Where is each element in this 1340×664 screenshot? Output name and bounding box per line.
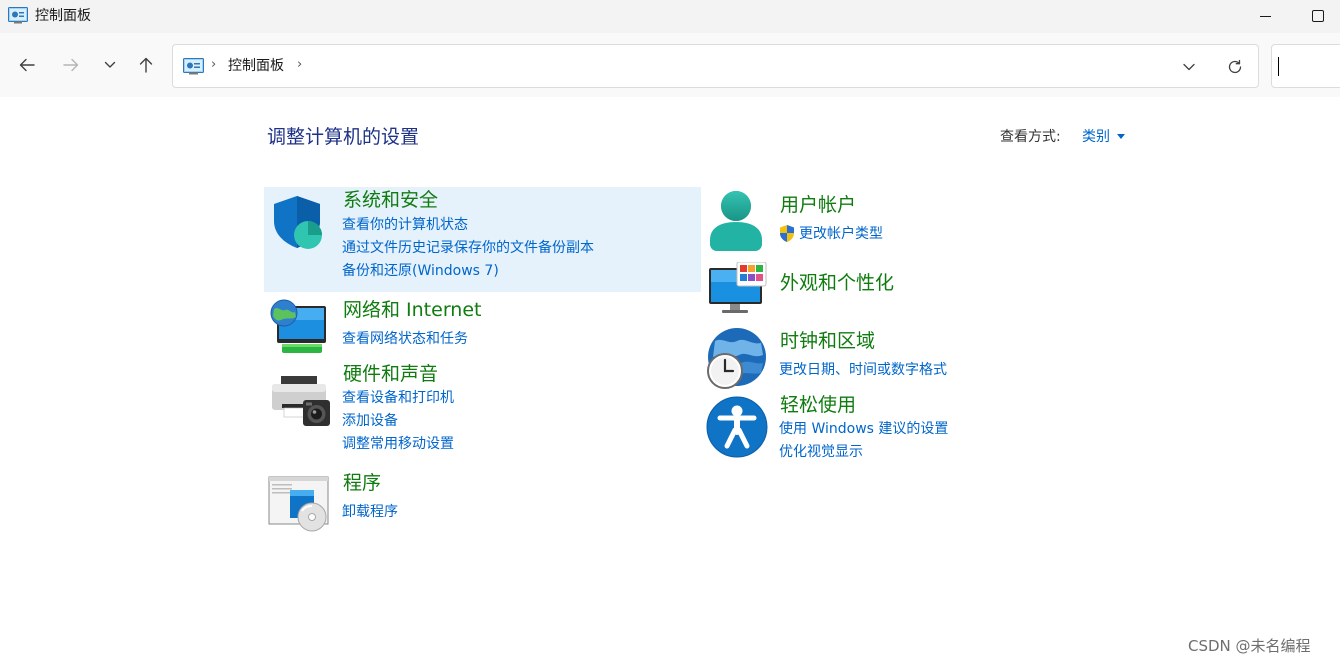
category-title-clock-region[interactable]: 时钟和区域 [780,328,875,354]
control-panel-icon [183,58,204,75]
category-ease-of-access[interactable]: 轻松使用 使用 Windows 建议的设置 优化视觉显示 [703,392,1143,464]
breadcrumb-control-panel[interactable]: 控制面板 [228,56,284,76]
refresh-button[interactable] [1223,55,1247,79]
dropdown-arrow-icon[interactable] [1117,134,1125,139]
title-bar: 控制面板 [0,0,1340,33]
printer-icon[interactable] [270,374,332,432]
link-recommended-settings[interactable]: 使用 Windows 建议的设置 [779,419,948,439]
link-network-status-tasks[interactable]: 查看网络状态和任务 [342,329,468,349]
link-date-time-format[interactable]: 更改日期、时间或数字格式 [779,360,947,380]
category-user-accounts[interactable]: 用户帐户 更改帐户类型 [703,187,1143,255]
link-mobility-settings[interactable]: 调整常用移动设置 [342,434,454,454]
clock-globe-icon[interactable] [705,327,767,393]
back-button[interactable] [15,53,39,77]
accessibility-icon[interactable] [706,396,768,462]
recent-locations-button[interactable] [98,53,122,77]
navigation-bar: › 控制面板 › [0,33,1340,97]
category-clock-region[interactable]: 时钟和区域 更改日期、时间或数字格式 [703,324,1143,390]
arrow-right-icon [63,58,79,72]
control-panel-icon [8,7,28,24]
watermark: CSDN @未名编程 [1188,637,1311,655]
category-title-programs[interactable]: 程序 [343,470,381,496]
category-title-hardware-sound[interactable]: 硬件和声音 [343,361,438,387]
programs-icon[interactable] [268,476,332,536]
text-cursor [1278,57,1279,76]
network-icon[interactable] [269,298,329,360]
address-history-button[interactable] [1177,55,1201,79]
search-input[interactable] [1271,44,1340,88]
page-title: 调整计算机的设置 [267,126,420,148]
category-title-network-internet[interactable]: 网络和 Internet [343,297,481,323]
view-by-label: 查看方式: [1000,129,1061,145]
forward-button[interactable] [59,53,83,77]
view-by-dropdown[interactable]: 类别 [1082,127,1110,147]
category-programs[interactable]: 程序 卸载程序 [264,470,701,532]
arrow-up-icon [139,57,153,73]
up-button[interactable] [134,53,158,77]
chevron-down-icon [104,61,116,68]
refresh-icon [1228,59,1242,74]
category-title-ease-of-access[interactable]: 轻松使用 [780,392,856,418]
window-title: 控制面板 [35,8,91,24]
category-title-user-accounts[interactable]: 用户帐户 [780,192,856,218]
arrow-left-icon [19,58,35,72]
link-file-history-backup[interactable]: 通过文件历史记录保存你的文件备份副本 [342,238,594,258]
category-system-security[interactable]: 系统和安全 查看你的计算机状态 通过文件历史记录保存你的文件备份副本 备份和还原… [264,187,701,292]
link-view-computer-status[interactable]: 查看你的计算机状态 [342,215,468,235]
chevron-down-icon [1183,63,1195,71]
link-add-device[interactable]: 添加设备 [342,411,398,431]
link-change-account-type[interactable]: 更改帐户类型 [799,224,883,244]
link-optimize-visual-display[interactable]: 优化视觉显示 [779,442,863,462]
shield-icon[interactable] [270,194,328,254]
link-backup-restore[interactable]: 备份和还原(Windows 7) [342,261,499,281]
breadcrumb-separator[interactable]: › [211,57,216,72]
breadcrumb-separator[interactable]: › [297,57,302,72]
category-hardware-sound[interactable]: 硬件和声音 查看设备和打印机 添加设备 调整常用移动设置 [264,360,701,460]
address-bar[interactable]: › 控制面板 › [172,44,1259,88]
category-appearance-personalization[interactable]: 外观和个性化 [703,259,1143,319]
user-icon[interactable] [708,190,764,256]
monitor-personalize-icon[interactable] [708,261,768,320]
category-network-internet[interactable]: 网络和 Internet 查看网络状态和任务 [264,296,701,358]
category-title-appearance-personalization[interactable]: 外观和个性化 [780,270,894,296]
link-devices-printers[interactable]: 查看设备和打印机 [342,388,454,408]
maximize-button[interactable] [1303,0,1333,33]
category-title-system-security[interactable]: 系统和安全 [343,187,438,213]
minimize-button[interactable] [1251,0,1281,33]
link-uninstall-program[interactable]: 卸载程序 [342,502,398,522]
uac-shield-icon [778,224,796,247]
